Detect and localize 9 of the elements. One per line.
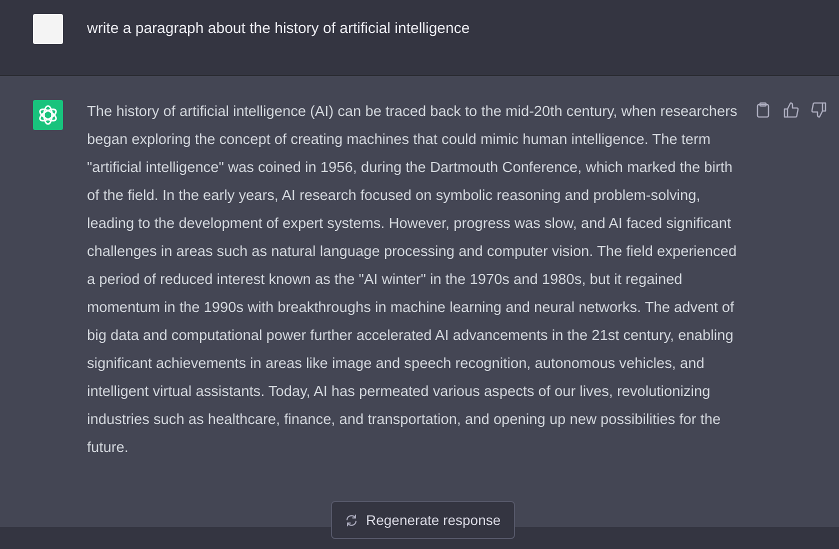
assistant-logo-icon bbox=[33, 100, 63, 130]
user-avatar bbox=[33, 14, 63, 44]
clipboard-icon[interactable] bbox=[755, 102, 771, 118]
thumbs-up-icon[interactable] bbox=[783, 102, 799, 118]
regenerate-button[interactable]: Regenerate response bbox=[331, 501, 515, 539]
refresh-icon bbox=[345, 514, 358, 526]
assistant-message: The history of artificial intelligence (AI) can be traced back to the mid-20th century, when researchers began exploring the concept of creating machines that could mimic human intelligence. The term "artificial intelligence" was coined in 1956, during the Dartmouth Conference, which marked the birth of the field. In the early years, AI research focused on symbolic reasoning and problem-solving, leading to the development of expert systems. However, progress was slow, and AI faced significant challenges in areas such as natural language processing and computer vision. The field experienced a period of reduced interest known as the "AI winter" in the 1970s and 1980s, but it regained momentum in the 1990s with breakthroughs in machine learning and neural networks. The advent of big data and computational power further accelerated AI advancements in the 21st century, enabling significant achievements in areas like image and speech recognition, autonomous vehicles, and intelligent virtual assistants. Today, AI has permeated various aspects of our lives, revolutionizing industries such as healthcare, finance, and transportation, and opening up new possibilities for the future. bbox=[87, 103, 738, 458]
thumbs-down-icon[interactable] bbox=[811, 102, 827, 118]
user-message: write a paragraph about the history of artificial intelligence bbox=[87, 19, 470, 39]
